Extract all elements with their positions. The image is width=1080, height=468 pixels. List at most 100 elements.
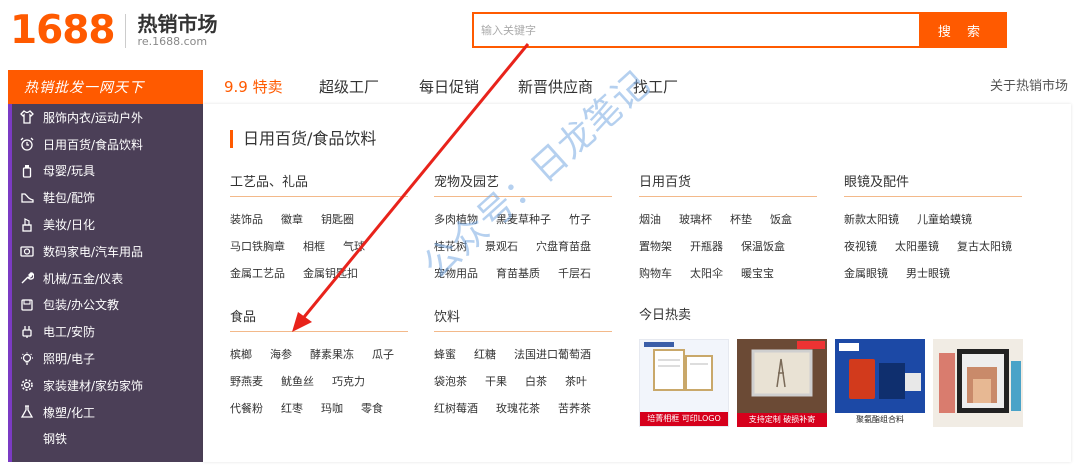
certificate-frame-image[interactable]: 培菁相框 可印LOGO — [639, 339, 729, 427]
search-bar: 搜 索 — [472, 12, 1007, 48]
sidebar-item-label: 日用百货/食品饮料 — [43, 137, 144, 152]
category-heading[interactable]: 宠物及园艺 — [434, 171, 612, 197]
category-link[interactable]: 夜视镜 — [844, 233, 877, 260]
logo-divider — [124, 13, 126, 48]
category-link[interactable]: 红糖 — [474, 341, 496, 368]
category-link[interactable]: 海参 — [270, 341, 292, 368]
sidebar-item-apparel[interactable]: 服饰内衣/运动户外 — [8, 104, 203, 131]
sidebar-item-baby-toys[interactable]: 母婴/玩具 — [8, 158, 203, 185]
category-link[interactable]: 复古太阳镜 — [957, 233, 1012, 260]
picture-frame-image[interactable] — [933, 339, 1023, 427]
category-link[interactable]: 装饰品 — [230, 206, 263, 233]
bulb-icon — [19, 351, 35, 367]
nav-item-daily-promo[interactable]: 每日促销 — [419, 70, 479, 104]
category-link[interactable]: 茶叶 — [565, 368, 587, 395]
category-link[interactable]: 相框 — [303, 233, 325, 260]
box-icon — [19, 297, 35, 313]
sidebar-item-label: 电工/安防 — [43, 325, 96, 340]
logo-url: re.1688.com — [137, 34, 208, 48]
category-heading[interactable]: 食品 — [230, 306, 408, 332]
acrylic-frame-image[interactable]: 支持定制 破损补寄 — [737, 339, 827, 427]
category-link[interactable]: 男士眼镜 — [906, 260, 950, 287]
category-link[interactable]: 法国进口葡萄酒 — [514, 341, 591, 368]
category-link[interactable]: 气球 — [343, 233, 365, 260]
category-link[interactable]: 钥匙圈 — [321, 206, 354, 233]
about-hot-market-link[interactable]: 关于热销市场 — [990, 70, 1068, 104]
category-link[interactable]: 金属钥匙扣 — [303, 260, 358, 287]
category-link[interactable]: 购物车 — [639, 260, 672, 287]
category-link[interactable]: 穴盘育苗盘 — [536, 233, 591, 260]
sidebar-item-shoes-bags[interactable]: 鞋包/配饰 — [8, 184, 203, 211]
category-link[interactable]: 黑麦草种子 — [496, 206, 551, 233]
sidebar-item-daily-goods[interactable]: 日用百货/食品饮料 — [8, 131, 203, 158]
category-link[interactable]: 巧克力 — [332, 368, 365, 395]
category-link[interactable]: 酵素果冻 — [310, 341, 354, 368]
oil-drum-box-image[interactable]: 聚氨酯组合料 — [835, 339, 925, 427]
category-link[interactable]: 开瓶器 — [690, 233, 723, 260]
category-link[interactable]: 鱿鱼丝 — [281, 368, 314, 395]
category-link[interactable]: 金属眼镜 — [844, 260, 888, 287]
category-link[interactable]: 竹子 — [569, 206, 591, 233]
sidebar-item-digital[interactable]: 数码家电/汽车用品 — [8, 238, 203, 265]
nav-item-find-factory[interactable]: 找工厂 — [633, 70, 678, 104]
category-link[interactable]: 红枣 — [281, 395, 303, 422]
category-link[interactable]: 干果 — [485, 368, 507, 395]
nav-item-new-suppliers[interactable]: 新晋供应商 — [518, 70, 593, 104]
sidebar-item-lighting[interactable]: 照明/电子 — [8, 345, 203, 372]
sidebar-item-label: 橡塑/化工 — [43, 405, 96, 420]
search-button[interactable]: 搜 索 — [919, 14, 1005, 46]
category-link[interactable]: 零食 — [361, 395, 383, 422]
category-link[interactable]: 烟油 — [639, 206, 661, 233]
category-link[interactable]: 代餐粉 — [230, 395, 263, 422]
category-link[interactable]: 野燕麦 — [230, 368, 263, 395]
sidebar-item-machinery[interactable]: 机械/五金/仪表 — [8, 265, 203, 292]
sidebar-item-electrical[interactable]: 电工/安防 — [8, 318, 203, 345]
sidebar-item-beauty[interactable]: 美妆/日化 — [8, 211, 203, 238]
category-link[interactable]: 马口铁胸章 — [230, 233, 285, 260]
sidebar-item-steel[interactable]: 钢铁 — [8, 426, 203, 453]
category-link[interactable]: 景观石 — [485, 233, 518, 260]
sidebar-item-packaging[interactable]: 包装/办公文教 — [8, 292, 203, 319]
category-link[interactable]: 育苗基质 — [496, 260, 540, 287]
category-link[interactable]: 玛咖 — [321, 395, 343, 422]
category-link[interactable]: 千层石 — [558, 260, 591, 287]
category-heading[interactable]: 饮料 — [434, 306, 612, 332]
category-link[interactable]: 红树莓酒 — [434, 395, 478, 422]
category-link[interactable]: 蜂蜜 — [434, 341, 456, 368]
category-link[interactable]: 饭盒 — [770, 206, 792, 233]
category-heading[interactable]: 眼镜及配件 — [844, 171, 1022, 197]
category-link[interactable]: 玫瑰花茶 — [496, 395, 540, 422]
category-link[interactable]: 新款太阳镜 — [844, 206, 899, 233]
category-link[interactable]: 暖宝宝 — [741, 260, 774, 287]
search-input[interactable] — [474, 14, 919, 46]
site-logo[interactable]: 1688 热销市场 re.1688.com — [10, 8, 218, 53]
category-link[interactable]: 金属工艺品 — [230, 260, 285, 287]
category-link[interactable]: 宠物用品 — [434, 260, 478, 287]
category-link[interactable]: 瓜子 — [372, 341, 394, 368]
category-link[interactable]: 太阳伞 — [690, 260, 723, 287]
category-link[interactable]: 保温饭盒 — [741, 233, 785, 260]
category-link[interactable]: 桂花树 — [434, 233, 467, 260]
category-link[interactable]: 徽章 — [281, 206, 303, 233]
today-hot-section: 今日热卖 培菁相框 可印LOGO 支持定制 破损补寄 聚氨酯组合料 — [639, 304, 1029, 427]
shoe-icon — [19, 190, 35, 206]
nav-item-special-sale[interactable]: 9.9 特卖 — [224, 70, 283, 104]
category-link[interactable]: 袋泡茶 — [434, 368, 467, 395]
sidebar-item-rubber-chemical[interactable]: 橡塑/化工 — [8, 399, 203, 426]
category-link[interactable]: 儿童蛤蟆镜 — [917, 206, 972, 233]
category-link[interactable]: 杯垫 — [730, 206, 752, 233]
category-link[interactable]: 多肉植物 — [434, 206, 478, 233]
category-link[interactable]: 白茶 — [525, 368, 547, 395]
category-links: 蜂蜜 红糖 法国进口葡萄酒袋泡茶 干果 白茶 茶叶红树莓酒 玫瑰花茶 苦荞茶 — [434, 341, 612, 422]
category-links: 新款太阳镜 儿童蛤蟆镜夜视镜 太阳墨镜 复古太阳镜金属眼镜 男士眼镜 — [844, 206, 1022, 287]
category-link[interactable]: 玻璃杯 — [679, 206, 712, 233]
sidebar-item-home-building[interactable]: 家装建材/家纺家饰 — [8, 372, 203, 399]
category-heading[interactable]: 工艺品、礼品 — [230, 171, 408, 197]
shirt-icon — [19, 109, 35, 125]
nav-item-super-factory[interactable]: 超级工厂 — [319, 70, 379, 104]
category-link[interactable]: 太阳墨镜 — [895, 233, 939, 260]
category-link[interactable]: 苦荞茶 — [558, 395, 591, 422]
category-link[interactable]: 置物架 — [639, 233, 672, 260]
category-link[interactable]: 槟榔 — [230, 341, 252, 368]
category-heading[interactable]: 日用百货 — [639, 171, 817, 197]
